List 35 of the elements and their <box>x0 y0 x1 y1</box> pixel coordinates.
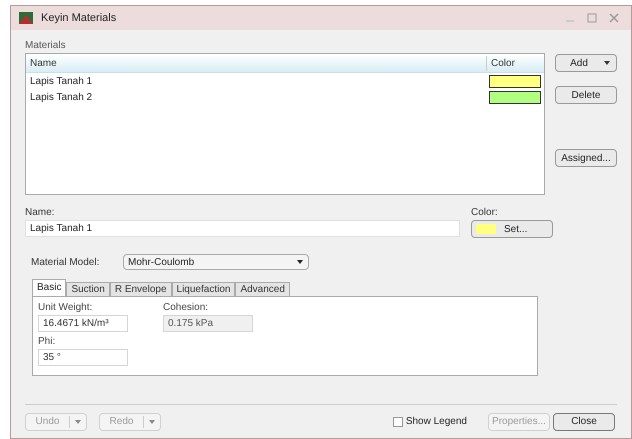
field-label: Unit Weight: <box>38 301 94 315</box>
table-cell-text: Lapis Tanah 2 <box>29 90 94 104</box>
tab[interactable]: Suction <box>66 282 110 297</box>
input-field[interactable]: 16.4671 kN/m³ <box>38 315 128 332</box>
add-button[interactable]: Add <box>555 54 617 72</box>
checkbox-label: Show Legend <box>406 415 467 429</box>
app-icon <box>19 12 33 24</box>
show-legend-checkbox[interactable] <box>392 416 403 426</box>
caret-icon <box>602 60 612 66</box>
caret-icon <box>148 418 156 424</box>
table-row[interactable]: Lapis Tanah 1 <box>26 73 544 89</box>
field-label: Material Model: <box>31 256 100 270</box>
tab[interactable]: Advanced <box>235 282 290 297</box>
name-field[interactable]: Lapis Tanah 1 <box>25 220 460 237</box>
close-button[interactable]: Close <box>553 412 615 430</box>
column-header[interactable]: Name <box>26 56 486 70</box>
tab[interactable]: Basic <box>32 279 66 297</box>
field-label: Name: <box>25 206 56 220</box>
material-model-dropdown[interactable]: Mohr-Coulomb <box>123 254 309 270</box>
table-cell-text: Lapis Tanah 1 <box>29 74 94 88</box>
window-title: Keyin Materials <box>41 10 116 26</box>
side-button[interactable]: Assigned... <box>555 149 617 167</box>
caret-icon <box>74 418 82 424</box>
tab[interactable]: Liquefaction <box>172 282 236 297</box>
input-field[interactable]: 35 ° <box>38 349 128 366</box>
field-label: Phi: <box>38 335 56 349</box>
side-button[interactable]: Delete <box>555 86 617 104</box>
field-label: Cohesion: <box>163 301 210 315</box>
caret-icon <box>296 259 304 265</box>
tab[interactable]: R Envelope <box>110 282 172 297</box>
column-header[interactable]: Color <box>486 56 544 70</box>
set-color-button[interactable]: Set... <box>471 220 553 238</box>
field-label: Color: <box>471 206 499 220</box>
section-label: Materials <box>25 39 67 53</box>
table-row[interactable]: Lapis Tanah 2 <box>26 89 544 105</box>
